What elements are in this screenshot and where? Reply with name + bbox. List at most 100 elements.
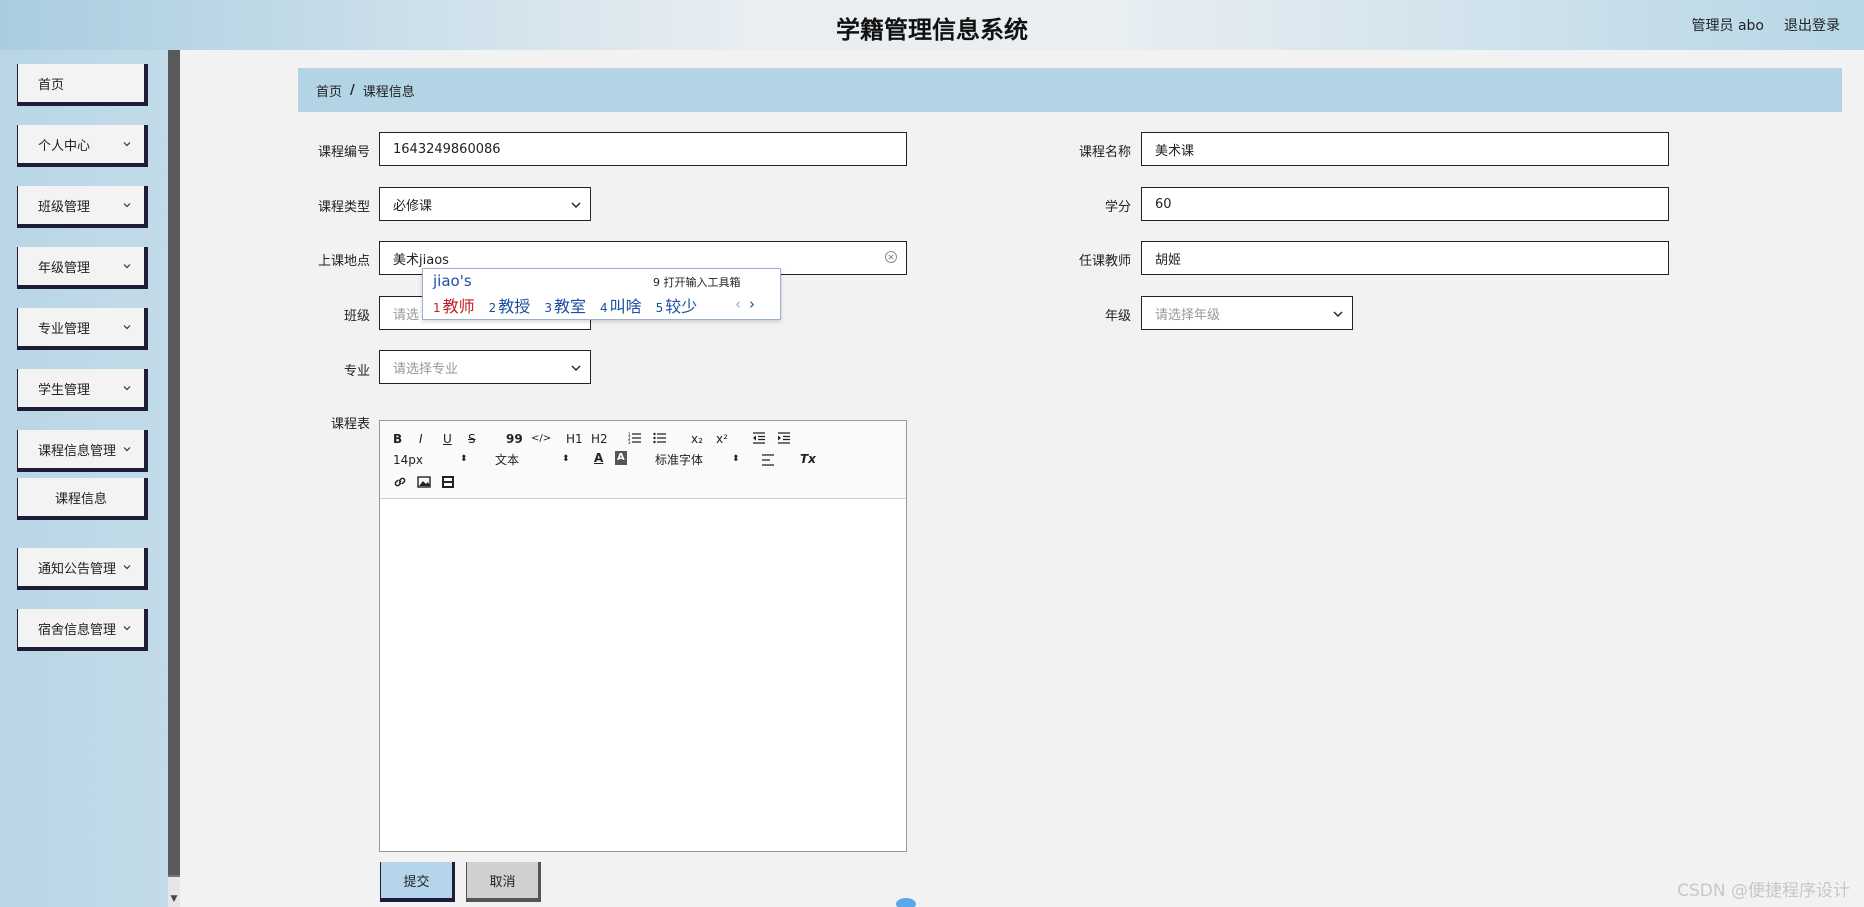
- cancel-button[interactable]: 取消: [466, 862, 541, 902]
- outdent-icon[interactable]: [752, 432, 766, 444]
- chevron-down-icon: [123, 264, 131, 269]
- breadcrumb-current: 课程信息: [362, 84, 415, 100]
- editor-toolbar: B I U S 99 </> H1 H2 123 x₂ x² 14px ⬍ 文本…: [380, 421, 906, 499]
- superscript-button[interactable]: x²: [716, 432, 728, 446]
- chevron-down-icon: [1333, 311, 1343, 317]
- rich-text-editor: B I U S 99 </> H1 H2 123 x₂ x² 14px ⬍ 文本…: [379, 420, 907, 852]
- chevron-down-icon: [123, 203, 131, 208]
- ordered-list-icon[interactable]: 123: [628, 432, 642, 444]
- top-header: 学籍管理信息系统 管理员 abo 退出登录: [0, 0, 1864, 50]
- chevron-down-icon: [571, 202, 581, 208]
- submit-button[interactable]: 提交: [380, 862, 455, 902]
- sidebar-item-dorm-management[interactable]: 宿舍信息管理: [17, 609, 148, 651]
- font-color-icon[interactable]: A: [594, 451, 603, 465]
- ime-candidate-popup: jiao's 9 打开输入工具箱 1 教师 2 教授 3 教室 4 叫啥 5 较少 ‹ ›: [422, 268, 781, 320]
- indent-icon[interactable]: [777, 432, 791, 444]
- sidebar-item-course-info-management[interactable]: 课程信息管理: [17, 430, 148, 472]
- major-select[interactable]: 请选择专业: [379, 350, 591, 384]
- teacher-input[interactable]: 胡姬: [1141, 241, 1669, 275]
- editor-content-area[interactable]: [380, 499, 906, 851]
- underline-button[interactable]: U: [443, 432, 452, 446]
- scroll-indicator-dot: [896, 898, 916, 907]
- chevron-down-icon: [123, 142, 131, 147]
- ime-prev-page-icon[interactable]: ‹: [735, 295, 741, 313]
- background-color-icon[interactable]: A: [615, 451, 627, 465]
- ime-candidates: 1 教师 2 教授 3 教室 4 叫啥 5 较少: [433, 293, 697, 317]
- clear-format-button[interactable]: Tx: [800, 452, 816, 466]
- h2-button[interactable]: H2: [591, 432, 608, 446]
- sidebar-item-label: 学生管理: [38, 382, 91, 398]
- breadcrumb-separator: /: [350, 82, 355, 98]
- sidebar-item-class-management[interactable]: 班级管理: [17, 186, 148, 228]
- image-icon[interactable]: [417, 475, 431, 489]
- course-type-select[interactable]: 必修课: [379, 187, 591, 221]
- breadcrumb: 首页 / 课程信息: [298, 68, 1842, 112]
- italic-button[interactable]: I: [419, 432, 423, 446]
- chevron-down-icon: [123, 626, 131, 631]
- schedule-label: 课程表: [330, 417, 370, 432]
- sidebar-item-label: 宿舍信息管理: [38, 622, 117, 638]
- chevron-down-icon: [123, 325, 131, 330]
- grade-select[interactable]: 请选择年级: [1141, 296, 1353, 330]
- credits-label: 学分: [1104, 200, 1131, 215]
- sidebar-item-label: 专业管理: [38, 321, 91, 337]
- ime-composition: jiao's: [433, 272, 472, 290]
- ime-candidate-1[interactable]: 1 教师: [433, 293, 475, 317]
- credits-input[interactable]: 60: [1141, 187, 1669, 221]
- strike-button[interactable]: S: [468, 432, 476, 446]
- text-type-select[interactable]: 文本: [495, 453, 519, 467]
- chevron-down-icon: [123, 386, 131, 391]
- ime-candidate-4[interactable]: 4 叫啥: [600, 293, 642, 317]
- align-icon[interactable]: [761, 454, 775, 466]
- breadcrumb-home[interactable]: 首页: [316, 81, 342, 100]
- ime-candidate-2[interactable]: 2 教授: [489, 293, 531, 317]
- h1-button[interactable]: H1: [566, 432, 583, 446]
- font-size-select[interactable]: 14px: [393, 453, 423, 467]
- text-type-chevron-icon: ⬍: [562, 454, 570, 464]
- ime-candidate-5[interactable]: 5 较少: [656, 293, 698, 317]
- course-type-value: 必修课: [393, 198, 433, 214]
- logout-link[interactable]: 退出登录: [1784, 15, 1840, 35]
- font-family-select[interactable]: 标准字体: [655, 453, 703, 467]
- course-type-label: 课程类型: [317, 200, 370, 215]
- course-name-input[interactable]: 美术课: [1141, 132, 1669, 166]
- course-code-input[interactable]: 1643249860086: [379, 132, 907, 166]
- class-label: 班级: [343, 309, 370, 324]
- current-user-label: 管理员 abo: [1691, 18, 1764, 34]
- bold-button[interactable]: B: [393, 432, 402, 446]
- location-label: 上课地点: [317, 254, 370, 269]
- app-title: 学籍管理信息系统: [836, 16, 1028, 44]
- course-name-label: 课程名称: [1078, 145, 1131, 160]
- subscript-button[interactable]: x₂: [691, 432, 703, 446]
- ime-candidate-3[interactable]: 3 教室: [544, 293, 586, 317]
- scrollbar-thumb[interactable]: [168, 50, 180, 875]
- video-icon[interactable]: [441, 475, 455, 489]
- grade-label: 年级: [1104, 309, 1131, 324]
- sidebar-item-label: 课程信息: [54, 491, 107, 507]
- sidebar-item-student-management[interactable]: 学生管理: [17, 369, 148, 411]
- code-block-button[interactable]: </>: [531, 432, 551, 446]
- sidebar-item-grade-management[interactable]: 年级管理: [17, 247, 148, 289]
- sidebar-item-label: 首页: [38, 77, 65, 93]
- font-family-chevron-icon: ⬍: [732, 454, 740, 464]
- sidebar-scrollbar[interactable]: ▼: [168, 50, 180, 907]
- ime-next-page-icon[interactable]: ›: [749, 295, 755, 313]
- sidebar-item-personal-center[interactable]: 个人中心: [17, 125, 148, 167]
- chevron-down-icon: [571, 365, 581, 371]
- sidebar-item-notice-management[interactable]: 通知公告管理: [17, 548, 148, 590]
- scroll-down-arrow-icon[interactable]: ▼: [168, 877, 180, 907]
- sidebar-subitem-course-info[interactable]: 课程信息: [17, 478, 148, 520]
- chevron-down-icon: [123, 565, 131, 570]
- bullet-list-icon[interactable]: [653, 432, 667, 444]
- chevron-down-icon: [123, 447, 131, 452]
- major-label: 专业: [343, 364, 370, 379]
- link-icon[interactable]: [393, 475, 407, 489]
- sidebar-item-home[interactable]: 首页: [17, 64, 148, 106]
- sidebar-item-label: 课程信息管理: [38, 443, 117, 459]
- course-code-label: 课程编号: [317, 145, 370, 160]
- ime-toolbox-option[interactable]: 9 打开输入工具箱: [653, 274, 741, 290]
- clear-circle-icon[interactable]: [884, 250, 898, 264]
- font-size-chevron-icon: ⬍: [460, 454, 468, 464]
- sidebar-item-major-management[interactable]: 专业管理: [17, 308, 148, 350]
- blockquote-button[interactable]: 99: [506, 432, 523, 446]
